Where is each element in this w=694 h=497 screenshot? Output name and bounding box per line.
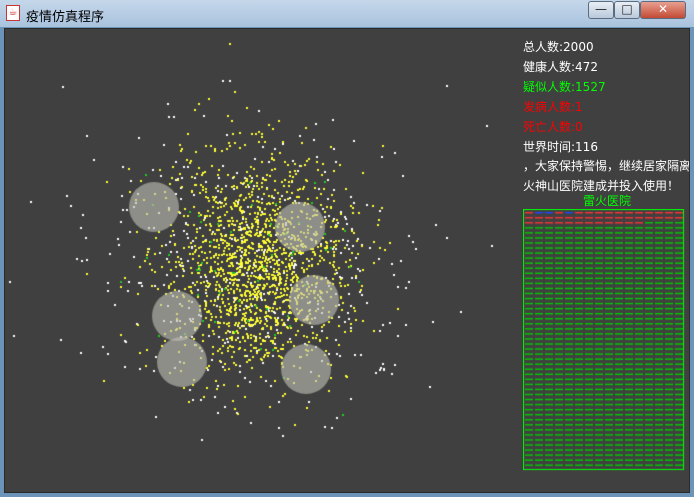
maximize-button[interactable]: □ bbox=[614, 1, 640, 19]
sick-count: 发病人数:1 bbox=[523, 100, 583, 114]
window-title: 疫情仿真程序 bbox=[26, 10, 105, 25]
dead-count: 死亡人数:0 bbox=[523, 120, 583, 134]
java-app-icon: ☕ bbox=[6, 5, 20, 21]
close-button[interactable]: ✕ bbox=[640, 1, 686, 19]
simulation-panel: 总人数:2000 健康人数:472 疑似人数:1527 发病人数:1 死亡人数:… bbox=[4, 28, 690, 493]
suspected-count: 疑似人数:1527 bbox=[523, 80, 606, 94]
total-count: 总人数:2000 bbox=[523, 40, 594, 54]
stats-panel: 总人数:2000 健康人数:472 疑似人数:1527 发病人数:1 死亡人数:… bbox=[523, 37, 606, 157]
healthy-count: 健康人数:472 bbox=[523, 60, 598, 74]
world-time: 世界时间:116 bbox=[523, 140, 598, 154]
minimize-button[interactable]: — bbox=[588, 1, 614, 19]
notice-line-1: ，大家保持警惕，继续居家隔离 bbox=[523, 159, 689, 173]
window-titlebar[interactable]: ☕ 疫情仿真程序 — □ ✕ bbox=[0, 0, 694, 27]
hospital-title: 雷火医院 bbox=[583, 194, 632, 208]
hospital-bed-grid bbox=[523, 209, 685, 471]
